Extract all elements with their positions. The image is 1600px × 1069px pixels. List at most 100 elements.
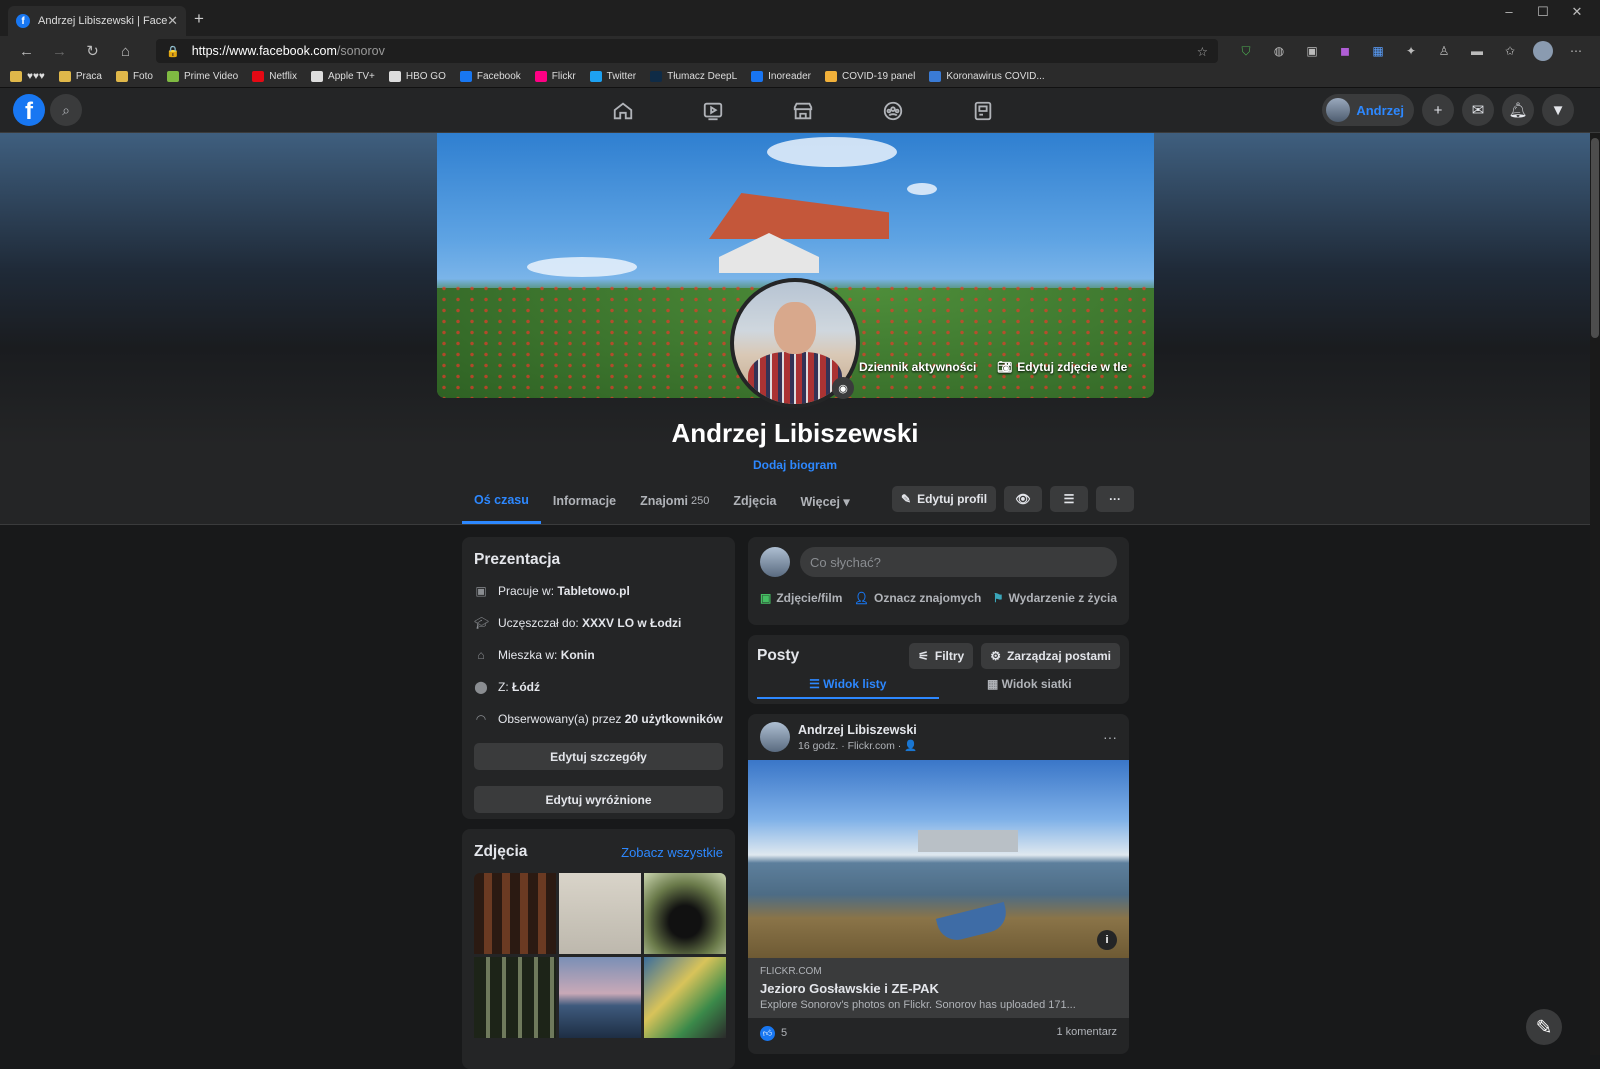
see-all-photos-link[interactable]: Zobacz wszystkie	[621, 845, 723, 860]
update-profile-picture-camera-icon[interactable]: ◉	[832, 377, 854, 399]
list-view-tab[interactable]: ☰ Widok listy	[757, 677, 939, 699]
favorite-star-icon[interactable]: ☆	[1197, 44, 1208, 59]
tab-photos[interactable]: Zdjęcia	[721, 478, 788, 524]
bookmark-item[interactable]: COVID-19 panel	[824, 71, 915, 82]
info-icon[interactable]: i	[1097, 930, 1117, 950]
new-tab-button[interactable]: +	[194, 9, 204, 29]
bookmark-item[interactable]: Netflix	[252, 71, 297, 82]
menu-dots-icon[interactable]: ⋯	[1566, 41, 1586, 61]
nav-gaming-icon[interactable]	[938, 88, 1028, 133]
bookmark-item[interactable]: HBO GO	[388, 71, 446, 82]
bookmark-item[interactable]: Facebook	[459, 71, 521, 82]
create-plus-icon[interactable]: +	[1422, 94, 1454, 126]
scrollbar-thumb[interactable]	[1591, 138, 1599, 338]
profile-chip[interactable]: Andrzej	[1322, 94, 1414, 126]
account-menu-chevron-icon[interactable]: ▼	[1542, 94, 1574, 126]
person-extension-icon[interactable]: ♙	[1434, 41, 1454, 61]
close-tab-icon[interactable]: ✕	[167, 13, 178, 29]
life-event-button[interactable]: ⚑ Wydarzenie z życia	[993, 591, 1117, 605]
bookmark-item[interactable]: Twitter	[589, 71, 636, 82]
activity-log-button[interactable]: Dziennik aktywności	[859, 360, 976, 374]
filters-button[interactable]: ⚟ Filtry	[909, 643, 974, 669]
nav-home-icon[interactable]	[578, 88, 668, 133]
facebook-logo-icon[interactable]: f	[13, 94, 45, 126]
search-icon[interactable]: ⌕	[50, 94, 82, 126]
school-link[interactable]: XXXV LO w Łodzi	[582, 616, 681, 630]
bookmark-item[interactable]: Inoreader	[751, 71, 811, 82]
close-window-icon[interactable]: ✕	[1560, 4, 1594, 20]
back-icon[interactable]: ←	[10, 43, 43, 60]
bookmark-item[interactable]: Flickr	[534, 71, 576, 82]
link-preview[interactable]: FLICKR.COM Jezioro Gosławskie i ZE-PAK E…	[748, 958, 1129, 1018]
photo-thumbnail[interactable]	[559, 957, 641, 1038]
notifications-bell-icon[interactable]: 🔔︎	[1502, 94, 1534, 126]
avatar[interactable]	[760, 722, 790, 752]
shield-extension-icon[interactable]: ⛉	[1236, 41, 1256, 61]
city-link[interactable]: Konin	[561, 648, 595, 662]
photo-thumbnail[interactable]	[644, 873, 726, 954]
nav-marketplace-icon[interactable]	[758, 88, 848, 133]
edit-profile-button[interactable]: ✎ Edytuj profil	[892, 486, 997, 512]
gear-icon: ⚙	[990, 649, 1001, 663]
new-message-icon[interactable]: ✎	[1526, 1009, 1562, 1045]
bookmark-item[interactable]: Foto	[115, 71, 153, 82]
edit-cover-button[interactable]: 📷︎ Edytuj zdjęcie w tle	[997, 360, 1127, 374]
activity-list-icon[interactable]: ☰	[1050, 486, 1089, 512]
photo-video-button[interactable]: ▣ Zdjęcie/film	[760, 591, 842, 605]
bookmark-icon	[166, 71, 179, 82]
globe-extension-icon[interactable]: ◍	[1269, 41, 1289, 61]
lock-icon[interactable]: 🔒	[166, 45, 180, 58]
bookmark-item[interactable]: Prime Video	[166, 71, 238, 82]
add-bio-link[interactable]: Dodaj biogram	[0, 458, 1590, 472]
favorites-icon[interactable]: ✩	[1500, 41, 1520, 61]
forward-icon[interactable]: →	[43, 43, 76, 60]
photo-thumbnail[interactable]	[559, 873, 641, 954]
view-as-eye-icon[interactable]: 👁︎	[1004, 486, 1043, 512]
followers-link[interactable]: 20 użytkowników	[625, 712, 723, 726]
tab-friends[interactable]: Znajomi 250	[628, 478, 721, 524]
grid-view-tab[interactable]: ▦ Widok siatki	[939, 677, 1121, 699]
maximize-icon[interactable]: ☐	[1526, 4, 1560, 20]
browser-tab[interactable]: f Andrzej Libiszewski | Facebook ✕	[8, 6, 186, 36]
bookmark-item[interactable]: Tłumacz DeepL	[650, 71, 737, 82]
more-options-icon[interactable]: ···	[1096, 486, 1135, 512]
comments-count[interactable]: 1 komentarz	[1056, 1026, 1117, 1041]
bookmark-item[interactable]: ♥♥♥	[10, 71, 45, 82]
messenger-icon[interactable]: ✉	[1462, 94, 1494, 126]
profile-avatar-icon[interactable]	[1533, 41, 1553, 61]
sidebar-extension-icon[interactable]: ▬	[1467, 41, 1487, 61]
bookmark-item[interactable]: Praca	[58, 71, 102, 82]
tab-more[interactable]: Więcej ▾	[788, 478, 861, 524]
post-options-icon[interactable]: ···	[1103, 729, 1117, 745]
edit-featured-button[interactable]: Edytuj wyróżnione	[474, 786, 723, 813]
nav-groups-icon[interactable]	[848, 88, 938, 133]
rss-icon: ◠	[475, 712, 487, 726]
tab-about[interactable]: Informacje	[541, 478, 628, 524]
puzzle-extension-icon[interactable]: ✦	[1401, 41, 1421, 61]
manage-posts-button[interactable]: ⚙ Zarządzaj postami	[981, 643, 1120, 669]
tag-friends-button[interactable]: 👤︎ Oznacz znajomych	[854, 591, 982, 605]
photo-thumbnail[interactable]	[474, 957, 556, 1038]
photo-thumbnail[interactable]	[474, 873, 556, 954]
post-image[interactable]: i	[748, 760, 1129, 958]
tab-timeline[interactable]: Oś czasu	[462, 478, 541, 524]
bookmark-item[interactable]: Koronawirus COVID...	[929, 71, 1045, 82]
translate-extension-icon[interactable]: ▣	[1302, 41, 1322, 61]
home-icon[interactable]: ⌂	[109, 43, 142, 60]
reactions-count[interactable]: 👍︎ 5	[760, 1026, 787, 1041]
onenote-extension-icon[interactable]: ◼	[1335, 41, 1355, 61]
whats-on-your-mind-input[interactable]: Co słychać?	[800, 547, 1117, 577]
hometown-link[interactable]: Łódź	[512, 680, 540, 694]
edit-details-button[interactable]: Edytuj szczegóły	[474, 743, 723, 770]
nav-watch-icon[interactable]	[668, 88, 758, 133]
url-field[interactable]: 🔒 https://www.facebook.com/sonorov ☆	[156, 39, 1218, 63]
photo-thumbnail[interactable]	[644, 957, 726, 1038]
reload-icon[interactable]: ↻	[76, 42, 109, 60]
intro-item-lives: ⌂ Mieszka w: Konin	[474, 639, 723, 671]
photo-grid	[474, 873, 726, 1038]
badge-extension-icon[interactable]: ▦	[1368, 41, 1388, 61]
post-author[interactable]: Andrzej Libiszewski	[798, 723, 917, 737]
work-link[interactable]: Tabletowo.pl	[557, 584, 629, 598]
minimize-icon[interactable]: –	[1492, 4, 1526, 20]
bookmark-item[interactable]: Apple TV+	[311, 71, 375, 82]
